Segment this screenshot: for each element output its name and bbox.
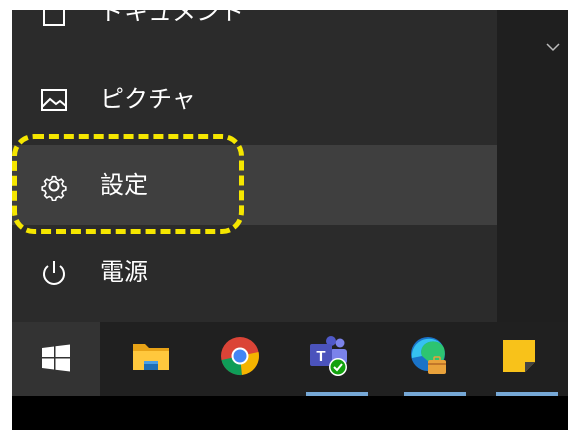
tiles-panel bbox=[497, 10, 568, 322]
settings-highlight-annotation bbox=[12, 134, 244, 234]
start-menu: ドキュメント ピクチャ 設定 電源 bbox=[12, 10, 497, 322]
menu-item-pictures-label: ピクチャ bbox=[100, 85, 196, 113]
windows-logo-icon bbox=[42, 344, 70, 372]
menu-item-documents[interactable]: ドキュメント bbox=[12, 10, 497, 52]
folder-icon[interactable] bbox=[129, 334, 173, 378]
power-icon bbox=[43, 261, 65, 285]
menu-item-documents-label: ドキュメント bbox=[100, 10, 244, 26]
menu-item-power-label: 電源 bbox=[100, 258, 148, 286]
document-icon bbox=[43, 10, 65, 26]
chevron-down-icon[interactable] bbox=[546, 42, 560, 52]
sticky-notes-icon[interactable] bbox=[497, 334, 541, 378]
screen-bottom-edge bbox=[12, 396, 568, 430]
menu-item-pictures[interactable]: ピクチャ bbox=[12, 59, 497, 139]
screen: ドキュメント ピクチャ 設定 電源 T bbox=[12, 10, 568, 430]
svg-text:T: T bbox=[316, 348, 325, 365]
taskbar: T bbox=[12, 322, 568, 396]
edge-icon[interactable] bbox=[406, 334, 450, 378]
chrome-icon[interactable] bbox=[218, 334, 262, 378]
teams-icon[interactable]: T bbox=[306, 334, 350, 378]
menu-item-power[interactable]: 電源 bbox=[12, 232, 497, 312]
picture-icon bbox=[41, 89, 67, 111]
start-button[interactable] bbox=[12, 322, 100, 396]
